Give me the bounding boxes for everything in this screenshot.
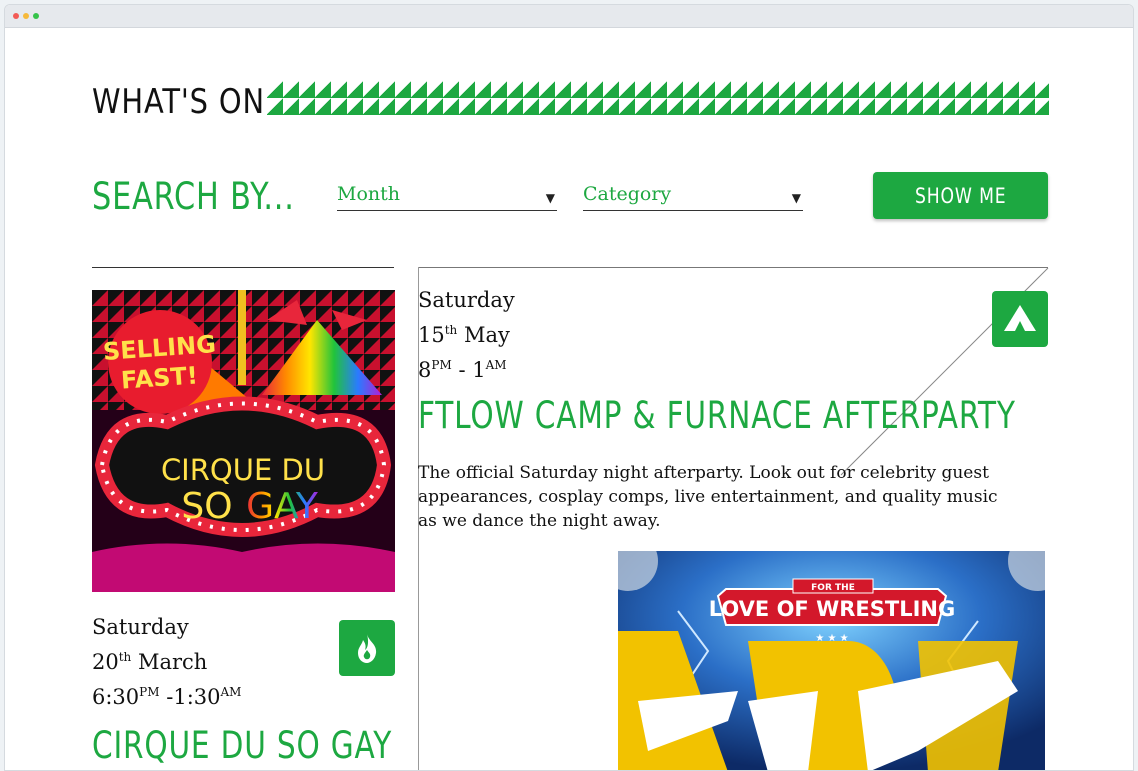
fire-category-button[interactable] <box>339 620 395 676</box>
event-poster-image[interactable]: SELLING FAST! CIRQUE DU SO GAY <box>92 290 395 592</box>
time-start: 6:30 <box>92 685 140 709</box>
event-title[interactable]: CIRQUE DU SO GAY <box>92 724 392 767</box>
time-end: - 1 <box>458 358 486 382</box>
date-suffix: th <box>118 650 132 664</box>
chevron-down-icon: ▼ <box>791 191 801 205</box>
event-date-line: 20th March <box>92 642 241 677</box>
category-select-value: Category <box>583 183 672 205</box>
svg-text:FOR THE: FOR THE <box>811 583 855 593</box>
date-month: March <box>137 650 208 674</box>
camp-tent-icon <box>1004 305 1036 331</box>
month-select-value: Month <box>337 183 401 205</box>
divider <box>92 267 394 268</box>
date-number: 20 <box>92 650 119 674</box>
event-date: Saturday 20th March 6:30PM -1:30AM <box>92 612 241 712</box>
svg-text:LOVE OF WRESTLING: LOVE OF WRESTLING <box>709 597 955 621</box>
camp-category-button[interactable] <box>992 291 1048 347</box>
maximize-window-icon[interactable] <box>33 13 39 19</box>
chevron-down-icon: ▼ <box>545 191 555 205</box>
minimize-window-icon[interactable] <box>23 13 29 19</box>
time-start: 8 <box>418 358 432 382</box>
event-day: Saturday <box>92 615 189 639</box>
browser-window: WHAT'S ON SEARCH BY... Month ▼ Category … <box>4 4 1134 771</box>
event-title[interactable]: FTLOW CAMP & FURNACE AFTERPARTY <box>418 394 1016 437</box>
show-me-button[interactable]: SHOW ME <box>873 172 1048 219</box>
event-poster-image[interactable]: FOR THE LOVE OF WRESTLING ★ ★ ★ <box>618 551 1045 770</box>
event-date: Saturday 15th May 8PM - 1AM <box>418 285 515 385</box>
svg-text:★ ★ ★: ★ ★ ★ <box>815 633 848 644</box>
svg-text:CIRQUE DU: CIRQUE DU <box>161 453 325 487</box>
date-number: 15 <box>418 323 445 347</box>
month-select[interactable]: Month ▼ <box>337 183 557 211</box>
window-titlebar <box>5 5 1133 28</box>
svg-text:GAY: GAY <box>246 486 319 527</box>
divider <box>418 267 1048 268</box>
event-time: 6:30PM -1:30AM <box>92 677 241 712</box>
time-start-suffix: PM <box>431 358 452 372</box>
triangle-pattern-decoration <box>267 81 1049 115</box>
close-window-icon[interactable] <box>13 13 19 19</box>
date-month: May <box>463 323 510 347</box>
time-end-suffix: AM <box>485 358 507 372</box>
category-select[interactable]: Category ▼ <box>583 183 803 211</box>
svg-text:FAST!: FAST! <box>120 361 199 394</box>
date-suffix: th <box>444 323 458 337</box>
show-me-label: SHOW ME <box>914 183 1007 208</box>
event-day: Saturday <box>418 288 515 312</box>
event-date-line: 15th May <box>418 315 515 350</box>
page-title: WHAT'S ON <box>92 82 265 122</box>
svg-text:SO: SO <box>181 486 232 527</box>
search-by-label: SEARCH BY... <box>92 175 295 218</box>
event-time: 8PM - 1AM <box>418 350 515 385</box>
fire-icon <box>358 634 377 663</box>
time-end: -1:30 <box>166 685 221 709</box>
time-end-suffix: AM <box>220 685 242 699</box>
event-description: The official Saturday night afterparty. … <box>418 463 998 531</box>
time-start-suffix: PM <box>139 685 160 699</box>
